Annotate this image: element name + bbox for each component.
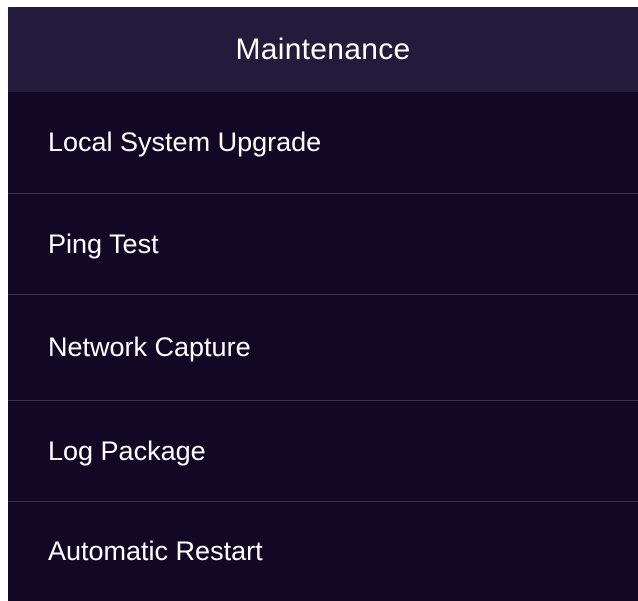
menu-item-label: Network Capture [48, 332, 251, 362]
menu-item-local-system-upgrade[interactable]: Local System Upgrade [8, 92, 638, 194]
menu-item-label: Local System Upgrade [48, 127, 322, 157]
maintenance-panel: Maintenance Local System Upgrade Ping Te… [8, 7, 638, 601]
menu-item-automatic-restart[interactable]: Automatic Restart [8, 502, 638, 600]
menu-item-log-package[interactable]: Log Package [8, 401, 638, 502]
menu-item-label: Ping Test [48, 228, 159, 259]
maintenance-menu: Local System Upgrade Ping Test Network C… [8, 92, 638, 600]
menu-item-label: Automatic Restart [48, 535, 263, 566]
menu-item-network-capture[interactable]: Network Capture [8, 295, 638, 401]
page-title: Maintenance [235, 32, 411, 66]
menu-item-label: Log Package [48, 435, 206, 466]
page-header: Maintenance [8, 7, 638, 92]
menu-item-ping-test[interactable]: Ping Test [8, 194, 638, 295]
